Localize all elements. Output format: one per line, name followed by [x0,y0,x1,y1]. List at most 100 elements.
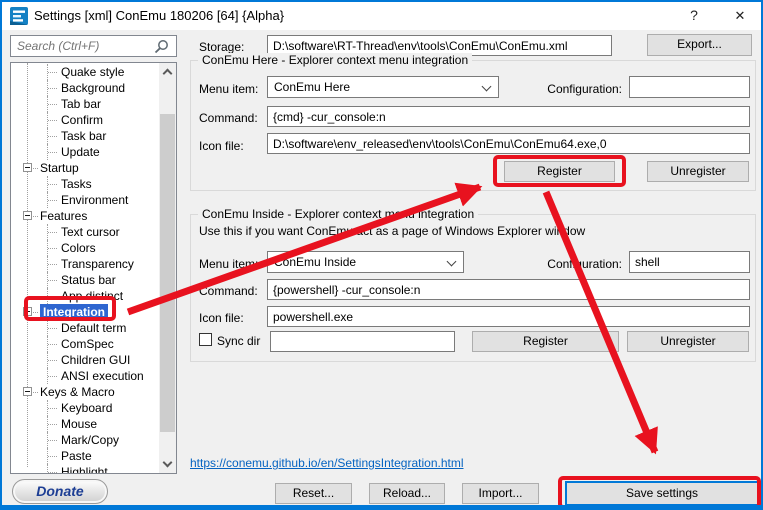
sync-dir-label: Sync dir [217,334,260,348]
tree-item-label: Integration [40,304,108,320]
donate-button[interactable]: Donate [12,479,108,504]
tree-item-task-bar[interactable]: Task bar [11,128,159,144]
tree-item-tab-bar[interactable]: Tab bar [11,96,159,112]
close-button[interactable]: ✕ [724,4,756,27]
inside-icon-file-label: Icon file: [199,311,244,325]
tree-item-label: Background [61,80,125,96]
tree-item-label: Environment [61,192,128,208]
tree-item-label: Confirm [61,112,103,128]
tree-item-ansi-execution[interactable]: ANSI execution [11,368,159,384]
tree-item-paste[interactable]: Paste [11,448,159,464]
inside-command-field[interactable] [267,279,750,300]
help-button[interactable]: ? [678,4,710,27]
tree-item-keys-macro[interactable]: Keys & Macro [11,384,159,400]
tree-item-label: Transparency [61,256,134,272]
tree-item-keyboard[interactable]: Keyboard [11,400,159,416]
storage-label: Storage: [199,40,244,54]
tree-item-label: Keyboard [61,400,112,416]
tree-item-label: Paste [61,448,92,464]
search-input[interactable] [10,35,177,57]
tree-item-status-bar[interactable]: Status bar [11,272,159,288]
tree-item-mouse[interactable]: Mouse [11,416,159,432]
here-command-field[interactable] [267,106,750,127]
chevron-down-icon [447,257,457,267]
expander-minus-icon[interactable] [23,307,32,316]
here-command-label: Command: [199,111,258,125]
scroll-up-button[interactable] [159,63,176,80]
here-menu-item-dropdown[interactable]: ConEmu Here [267,76,499,98]
save-settings-button[interactable]: Save settings [565,481,759,506]
tree-item-label: ANSI execution [61,368,144,384]
tree-item-environment[interactable]: Environment [11,192,159,208]
conemu-inside-group-title: ConEmu Inside - Explorer context menu in… [198,207,478,221]
tree-item-update[interactable]: Update [11,144,159,160]
chevron-down-icon [163,458,173,468]
inside-unregister-button[interactable]: Unregister [627,331,749,352]
tree-item-colors[interactable]: Colors [11,240,159,256]
reset-button[interactable]: Reset... [275,483,352,504]
here-menu-item-label: Menu item: [199,82,258,96]
tree-item-highlight[interactable]: Highlight [11,464,159,474]
tree-item-transparency[interactable]: Transparency [11,256,159,272]
here-register-button[interactable]: Register [504,161,615,182]
inside-menu-item-dropdown[interactable]: ConEmu Inside [267,251,464,273]
tree-item-label: Task bar [61,128,106,144]
settings-tree: Quake styleBackgroundTab barConfirmTask … [11,64,159,474]
conemu-logo-icon [10,7,28,25]
chevron-up-icon [163,69,173,79]
settings-tree-panel: Quake styleBackgroundTab barConfirmTask … [10,62,177,474]
tree-item-label: Startup [40,160,79,176]
tree-item-confirm[interactable]: Confirm [11,112,159,128]
scrollbar-thumb[interactable] [160,114,175,432]
settings-integration-link[interactable]: https://conemu.github.io/en/SettingsInte… [190,456,464,470]
sync-dir-field[interactable] [270,331,455,352]
inside-register-button[interactable]: Register [472,331,619,352]
reload-button[interactable]: Reload... [369,483,445,504]
expander-minus-icon[interactable] [23,163,32,172]
tree-item-label: Keys & Macro [40,384,115,400]
expander-minus-icon[interactable] [23,387,32,396]
here-unregister-button[interactable]: Unregister [647,161,749,182]
tree-item-text-cursor[interactable]: Text cursor [11,224,159,240]
import-button[interactable]: Import... [462,483,539,504]
tree-item-children-gui[interactable]: Children GUI [11,352,159,368]
tree-item-label: Features [40,208,87,224]
export-button[interactable]: Export... [647,34,752,56]
tree-item-label: Default term [61,320,126,336]
inside-menu-item-label: Menu item: [199,257,258,271]
tree-scrollbar[interactable] [159,63,176,473]
sync-dir-checkbox[interactable] [199,333,212,346]
title-bar: Settings [xml] ConEmu 180206 [64] {Alpha… [2,2,761,30]
tree-item-features[interactable]: Features [11,208,159,224]
here-configuration-label: Configuration: [522,82,622,96]
tree-item-integration[interactable]: Integration [11,304,159,320]
here-icon-file-field[interactable] [267,133,750,154]
tree-item-label: Update [61,144,100,160]
chevron-down-icon [482,82,492,92]
inside-menu-item-value: ConEmu Inside [274,255,356,269]
inside-description: Use this if you want ConEmu act as a pag… [199,224,585,238]
tree-item-app-distinct[interactable]: App distinct [11,288,159,304]
tree-item-background[interactable]: Background [11,80,159,96]
tree-item-mark-copy[interactable]: Mark/Copy [11,432,159,448]
tree-item-label: Mouse [61,416,97,432]
inside-configuration-field[interactable] [629,251,750,273]
tree-item-label: Tab bar [61,96,101,112]
settings-window: Settings [xml] ConEmu 180206 [64] {Alpha… [0,0,763,510]
inside-configuration-label: Configuration: [522,257,622,271]
scroll-down-button[interactable] [159,456,176,473]
tree-item-quake-style[interactable]: Quake style [11,64,159,80]
inside-command-label: Command: [199,284,258,298]
tree-item-label: Colors [61,240,96,256]
tree-item-label: ComSpec [61,336,114,352]
expander-minus-icon[interactable] [23,211,32,220]
tree-item-tasks[interactable]: Tasks [11,176,159,192]
inside-icon-file-field[interactable] [267,306,750,327]
tree-item-label: Text cursor [61,224,120,240]
tree-item-startup[interactable]: Startup [11,160,159,176]
tree-item-label: Children GUI [61,352,130,368]
window-title: Settings [xml] ConEmu 180206 [64] {Alpha… [34,8,284,23]
tree-item-comspec[interactable]: ComSpec [11,336,159,352]
here-configuration-field[interactable] [629,76,750,98]
tree-item-default-term[interactable]: Default term [11,320,159,336]
